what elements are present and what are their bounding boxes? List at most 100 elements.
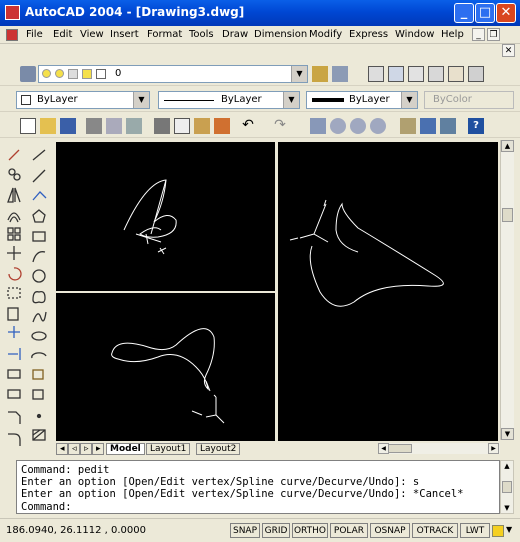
chevron-down-icon[interactable]: ▼	[291, 66, 307, 82]
doc-minimize-button[interactable]: _	[472, 28, 485, 41]
line-icon[interactable]	[32, 149, 46, 161]
save-icon[interactable]	[60, 118, 76, 134]
help-icon[interactable]: ?	[468, 118, 484, 134]
rectangle-icon[interactable]	[32, 231, 46, 242]
color-combo[interactable]: ByLayer ▼	[16, 91, 150, 109]
make-layer-current-icon[interactable]	[312, 66, 328, 82]
polar-toggle[interactable]: POLAR	[330, 523, 368, 538]
scroll-right-icon[interactable]: ▶	[488, 443, 499, 454]
horizontal-scrollbar[interactable]: ◀ ▶	[378, 443, 500, 454]
match-properties-icon[interactable]	[214, 118, 230, 134]
cascade-window-icon[interactable]	[388, 66, 404, 82]
chamfer-icon[interactable]	[8, 411, 21, 424]
polygon-icon[interactable]	[32, 209, 46, 223]
vertical-scrollbar[interactable]: ▲ ▼	[500, 140, 514, 440]
pan-icon[interactable]	[310, 118, 326, 134]
revision-cloud-icon[interactable]	[32, 290, 46, 304]
construction-line-icon[interactable]	[32, 169, 46, 183]
copy-object-icon[interactable]	[8, 168, 21, 181]
make-block-icon[interactable]	[32, 389, 44, 400]
plot-preview-icon[interactable]	[106, 118, 122, 134]
last-tab-icon[interactable]: ▸	[92, 443, 104, 455]
ellipse-arc-icon[interactable]	[31, 352, 47, 359]
design-center-icon[interactable]	[448, 66, 464, 82]
properties-icon[interactable]	[400, 118, 416, 134]
tool-palettes-icon[interactable]	[440, 118, 456, 134]
lineweight-combo[interactable]: ByLayer ▼	[306, 91, 418, 109]
cmd-scroll-thumb[interactable]	[502, 481, 512, 493]
menu-file[interactable]: File	[26, 29, 43, 40]
scale-icon[interactable]	[7, 287, 21, 299]
viewport-bottom-left[interactable]	[56, 293, 275, 441]
next-tab-icon[interactable]: ▹	[80, 443, 92, 455]
join-icon[interactable]	[7, 389, 21, 399]
maximize-button[interactable]: □	[475, 3, 495, 23]
layer-manager-icon[interactable]	[20, 66, 36, 82]
menu-tools[interactable]: Tools	[189, 29, 214, 40]
viewport-right[interactable]	[278, 142, 498, 441]
first-tab-icon[interactable]: ◂	[56, 443, 68, 455]
hscroll-thumb[interactable]	[388, 444, 412, 453]
polyline-icon[interactable]	[32, 191, 47, 201]
minimize-button[interactable]: _	[454, 3, 474, 23]
autocad-app-icon[interactable]	[5, 5, 20, 20]
tile-window-icon[interactable]	[368, 66, 384, 82]
menu-format[interactable]: Format	[147, 29, 182, 40]
tab-layout2[interactable]: Layout2	[196, 443, 241, 455]
doc-close-button[interactable]: ✕	[502, 44, 515, 57]
mirror-icon[interactable]	[7, 187, 21, 203]
snap-toggle[interactable]: SNAP	[230, 523, 260, 538]
fillet-icon[interactable]	[8, 433, 21, 446]
design-center-icon[interactable]	[420, 118, 436, 134]
plot-icon[interactable]	[86, 118, 102, 134]
menu-window[interactable]: Window	[395, 29, 434, 40]
publish-icon[interactable]	[126, 118, 142, 134]
viewport-icon[interactable]	[408, 66, 424, 82]
tab-layout1[interactable]: Layout1	[146, 443, 191, 455]
doc-restore-button[interactable]: ❐	[487, 28, 500, 41]
spline-icon[interactable]	[32, 311, 47, 323]
viewport-top-left[interactable]	[56, 142, 275, 291]
rotate-icon[interactable]	[8, 267, 22, 281]
array-icon[interactable]	[7, 227, 21, 241]
cut-icon[interactable]	[154, 118, 170, 134]
break-icon[interactable]	[7, 369, 21, 379]
menu-draw[interactable]: Draw	[222, 29, 248, 40]
redo-icon[interactable]: ↷	[272, 118, 288, 134]
undo-icon[interactable]: ↶	[240, 118, 256, 134]
new-icon[interactable]	[20, 118, 36, 134]
zoom-previous-icon[interactable]	[370, 118, 386, 134]
otrack-toggle[interactable]: OTRACK	[412, 523, 458, 538]
insert-block-icon[interactable]	[32, 369, 44, 380]
scroll-up-icon[interactable]: ▲	[501, 461, 513, 471]
command-prompt[interactable]: Command:	[21, 501, 72, 513]
stretch-icon[interactable]	[7, 307, 19, 321]
command-window[interactable]: Command: pedit Enter an option [Open/Edi…	[16, 460, 500, 514]
prev-tab-icon[interactable]: ◃	[68, 443, 80, 455]
menu-modify[interactable]: Modify	[309, 29, 342, 40]
ellipse-icon[interactable]	[31, 331, 47, 341]
copy-icon[interactable]	[174, 118, 190, 134]
erase-icon[interactable]	[8, 149, 20, 161]
circle-icon[interactable]	[32, 269, 46, 283]
menu-help[interactable]: Help	[441, 29, 464, 40]
tool-palettes-icon[interactable]	[468, 66, 484, 82]
scroll-up-icon[interactable]: ▲	[501, 140, 514, 152]
close-button[interactable]: ✕	[496, 3, 516, 23]
status-menu-icon[interactable]: ▼	[506, 525, 512, 534]
grid-toggle[interactable]: GRID	[262, 523, 290, 538]
scroll-down-icon[interactable]: ▼	[501, 503, 513, 513]
menu-express[interactable]: Express	[349, 29, 388, 40]
trim-icon[interactable]	[8, 326, 20, 338]
document-icon[interactable]	[6, 29, 18, 41]
menu-view[interactable]: View	[80, 29, 104, 40]
layer-previous-icon[interactable]	[332, 66, 348, 82]
open-icon[interactable]	[40, 118, 56, 134]
menu-edit[interactable]: Edit	[53, 29, 72, 40]
command-scrollbar[interactable]: ▲ ▼	[500, 460, 514, 514]
layer-combo[interactable]: 0 ▼	[38, 65, 308, 83]
zoom-window-icon[interactable]	[350, 118, 366, 134]
lwt-toggle[interactable]: LWT	[460, 523, 490, 538]
coordinates-readout[interactable]: 186.0940, 26.1112 , 0.0000	[6, 524, 226, 538]
extend-icon[interactable]	[8, 348, 21, 360]
